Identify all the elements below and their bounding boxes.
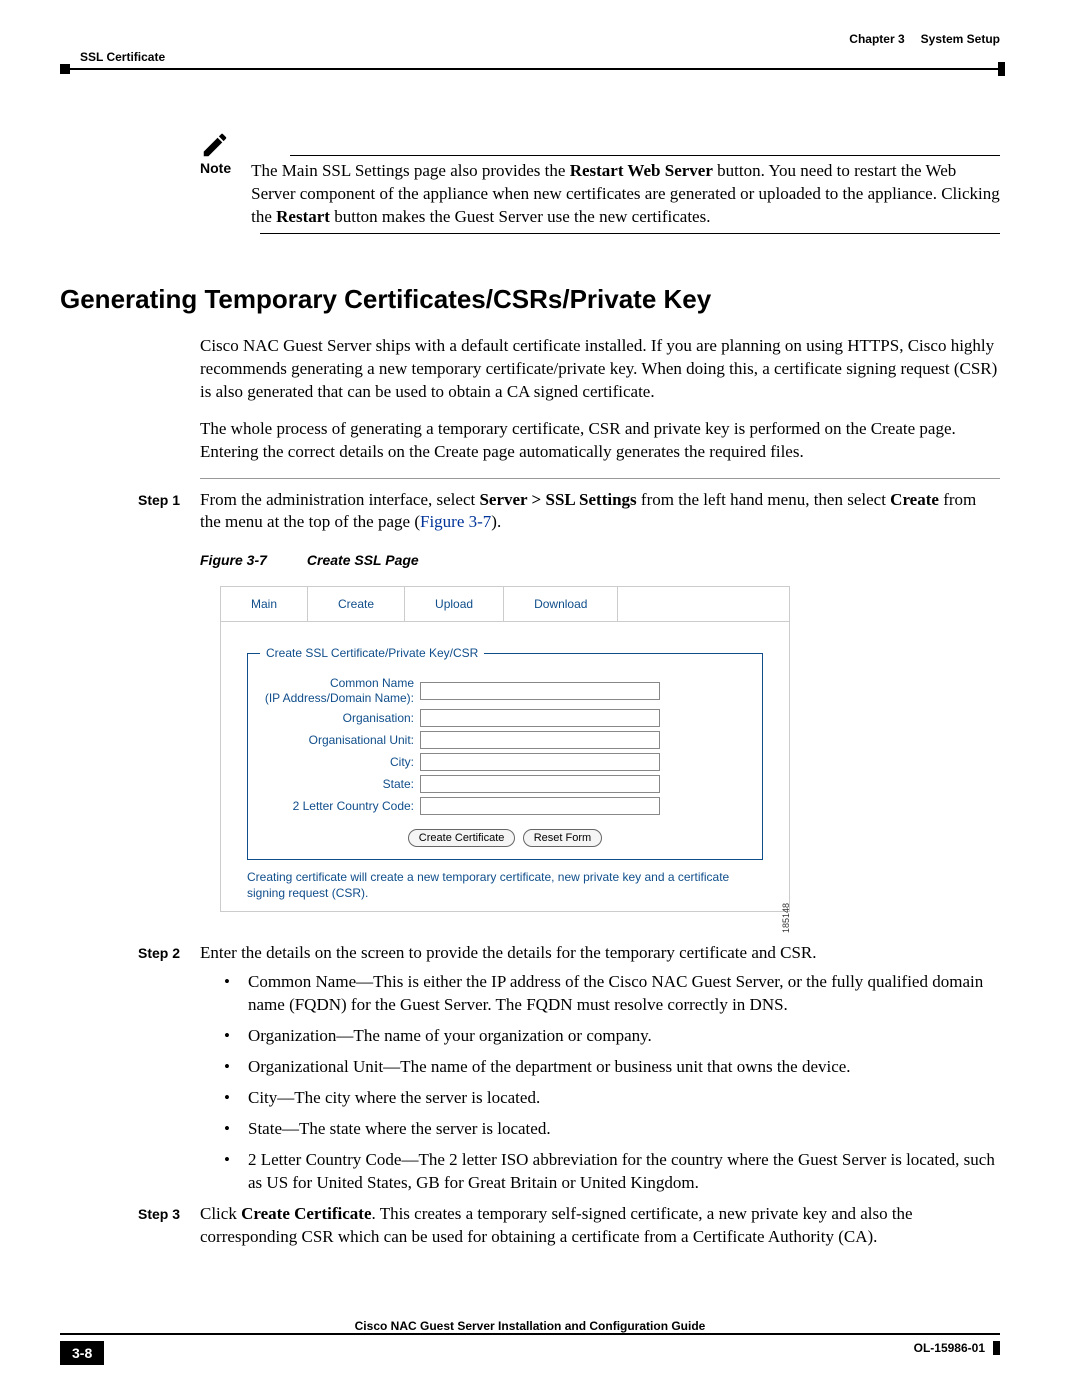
step-label: Step 3	[138, 1203, 200, 1249]
step-3: Step 3 Click Create Certificate. This cr…	[138, 1203, 1000, 1249]
label-organisation: Organisation:	[260, 711, 420, 725]
input-common-name[interactable]	[420, 682, 660, 700]
list-item: •State—The state where the server is loc…	[224, 1118, 1000, 1141]
input-ou[interactable]	[420, 731, 660, 749]
tab-upload[interactable]: Upload	[405, 587, 504, 621]
chapter-title: System Setup	[921, 32, 1000, 46]
reset-form-button[interactable]: Reset Form	[523, 829, 602, 847]
list-item: •Common Name—This is either the IP addre…	[224, 971, 1000, 1017]
tab-create[interactable]: Create	[308, 587, 405, 621]
label-country: 2 Letter Country Code:	[260, 799, 420, 813]
figure-create-ssl: Main Create Upload Download Create SSL C…	[220, 586, 790, 912]
note-text: The Main SSL Settings page also provides…	[251, 160, 1000, 229]
figure-link[interactable]: Figure 3-7	[420, 512, 491, 531]
label-state: State:	[260, 777, 420, 791]
list-item: •City—The city where the server is locat…	[224, 1087, 1000, 1110]
label-city: City:	[260, 755, 420, 769]
input-city[interactable]	[420, 753, 660, 771]
header-rule	[64, 68, 1000, 70]
tabs: Main Create Upload Download	[221, 587, 789, 622]
figure-id: 185148	[781, 903, 791, 933]
list-item: •2 Letter Country Code—The 2 letter ISO …	[224, 1149, 1000, 1195]
note-block: Note The Main SSL Settings page also pro…	[200, 130, 1000, 234]
label-common-name: Common Name(IP Address/Domain Name):	[260, 676, 420, 705]
figure-note: Creating certificate will create a new t…	[247, 870, 763, 901]
page-footer: Cisco NAC Guest Server Installation and …	[60, 1341, 1000, 1365]
page-header: Chapter 3 System Setup	[60, 32, 1000, 46]
create-certificate-button[interactable]: Create Certificate	[408, 829, 516, 847]
note-label: Note	[200, 160, 231, 176]
step-label: Step 1	[138, 489, 200, 535]
footer-title: Cisco NAC Guest Server Installation and …	[60, 1319, 1000, 1333]
doc-id: OL-15986-01	[914, 1341, 985, 1355]
body-paragraph: The whole process of generating a tempor…	[200, 418, 1000, 464]
step-2: Step 2 Enter the details on the screen t…	[138, 942, 1000, 965]
body-paragraph: Cisco NAC Guest Server ships with a defa…	[200, 335, 1000, 404]
list-item: •Organization—The name of your organizat…	[224, 1025, 1000, 1048]
section-heading: Generating Temporary Certificates/CSRs/P…	[60, 284, 1000, 315]
page-number: 3-8	[60, 1341, 104, 1365]
step-1: Step 1 From the administration interface…	[138, 489, 1000, 535]
fieldset-legend: Create SSL Certificate/Private Key/CSR	[260, 646, 484, 660]
step-label: Step 2	[138, 942, 200, 965]
section-label: SSL Certificate	[80, 50, 165, 64]
tab-download[interactable]: Download	[504, 587, 618, 621]
figure-caption: Figure 3-7Create SSL Page	[200, 552, 1000, 568]
list-item: •Organizational Unit—The name of the dep…	[224, 1056, 1000, 1079]
pencil-icon	[200, 130, 230, 160]
page-header-2: SSL Certificate	[60, 50, 1000, 64]
input-state[interactable]	[420, 775, 660, 793]
input-country[interactable]	[420, 797, 660, 815]
ssl-fieldset: Create SSL Certificate/Private Key/CSR C…	[247, 646, 763, 860]
input-organisation[interactable]	[420, 709, 660, 727]
tab-main[interactable]: Main	[221, 587, 308, 621]
chapter-num: Chapter 3	[849, 32, 904, 46]
label-ou: Organisational Unit:	[260, 733, 420, 747]
bullet-list: •Common Name—This is either the IP addre…	[224, 971, 1000, 1195]
